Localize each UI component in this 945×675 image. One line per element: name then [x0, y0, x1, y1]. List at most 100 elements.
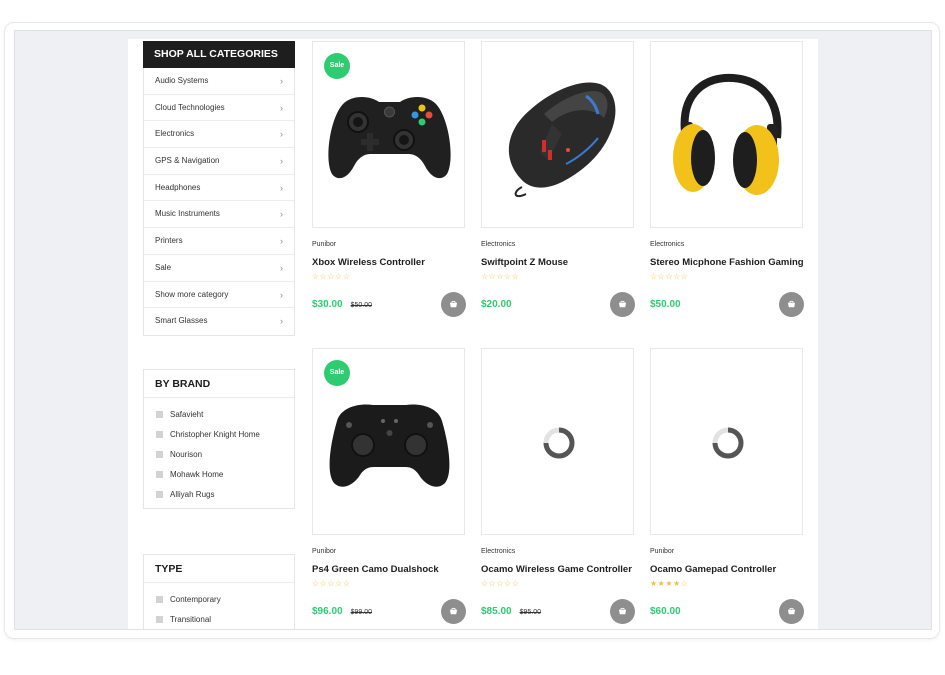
product-brand: Electronics: [481, 548, 516, 555]
category-list: Audio Systems › Cloud Technologies › Elect…: [143, 68, 295, 336]
product-image[interactable]: [650, 41, 803, 228]
product-image[interactable]: [650, 348, 803, 535]
rating-stars: ☆☆☆☆☆: [481, 272, 520, 281]
category-item-smart-glasses[interactable]: Smart Glasses ›: [144, 308, 294, 335]
product-card[interactable]: Electronics Stereo Micphone Fashion Gami…: [650, 41, 804, 317]
product-title[interactable]: Ocamo Gamepad Controller: [650, 564, 803, 576]
brand-option[interactable]: Christopher Knight Home: [156, 424, 294, 444]
product-old-price: $50.00: [350, 301, 373, 309]
sale-badge: Sale: [324, 360, 350, 386]
product-title[interactable]: Swiftpoint Z Mouse: [481, 257, 634, 269]
category-label: Audio Systems: [155, 76, 209, 85]
add-to-cart-button[interactable]: [610, 598, 635, 624]
category-label: GPS & Navigation: [155, 156, 220, 166]
chevron-right-icon: ›: [280, 209, 283, 220]
chevron-right-icon: ›: [280, 156, 283, 167]
product-price: $30.00: [312, 298, 343, 310]
checkbox[interactable]: [156, 410, 163, 418]
product-brand: Punibor: [312, 548, 337, 555]
brand-filter-list: Safavieht Christopher Knight Home Nouris…: [144, 398, 294, 508]
category-label: Printers: [155, 236, 183, 246]
brand-option[interactable]: Mohawk Home: [156, 464, 294, 484]
product-card[interactable]: Punibor Ocamo Gamepad Controller ★★★★☆ $…: [650, 348, 804, 624]
product-card[interactable]: Electronics Ocamo Wireless Game Controll…: [481, 348, 635, 624]
product-card[interactable]: Sale Punibor Xbox Wireless Controller ☆☆…: [312, 41, 466, 317]
rating-stars: ☆☆☆☆☆: [312, 272, 351, 281]
product-old-price: $99.00: [350, 608, 373, 616]
checkbox[interactable]: [156, 615, 163, 623]
product-title[interactable]: Stereo Micphone Fashion Gaming: [650, 257, 804, 269]
category-item-audio-systems[interactable]: Audio Systems ›: [144, 68, 294, 95]
product-price: $50.00: [650, 298, 681, 310]
loading-spinner-icon: [543, 427, 575, 459]
brand-filter: BY BRAND Safavieht Christopher Knight Ho…: [143, 369, 295, 509]
category-item-headphones[interactable]: Headphones ›: [144, 175, 294, 202]
cart-icon: [787, 607, 796, 614]
chevron-right-icon: ›: [280, 236, 283, 247]
brand-option[interactable]: Safavieht: [156, 404, 294, 424]
product-image[interactable]: Sale: [312, 41, 465, 228]
add-to-cart-button[interactable]: [441, 598, 466, 624]
category-item-printers[interactable]: Printers ›: [144, 228, 294, 255]
loading-spinner-icon: [712, 427, 744, 459]
checkbox[interactable]: [156, 450, 163, 458]
category-item-sale[interactable]: Sale ›: [144, 255, 294, 282]
product-image[interactable]: [481, 348, 634, 535]
category-label: Show more category: [155, 289, 229, 299]
cart-icon: [449, 607, 458, 614]
page-viewport: SHOP ALL CATEGORIES Audio Systems › Cloud…: [14, 30, 932, 630]
product-brand: Punibor: [312, 241, 337, 248]
shop-page: SHOP ALL CATEGORIES Audio Systems › Cloud…: [128, 39, 818, 629]
category-label: Cloud Technologies: [155, 102, 225, 112]
product-brand: Electronics: [650, 241, 685, 248]
rating-stars: ☆☆☆☆☆: [481, 579, 520, 588]
chevron-right-icon: ›: [280, 289, 283, 300]
brand-option[interactable]: Nourison: [156, 444, 294, 464]
rating-stars: ☆☆☆☆☆: [312, 579, 351, 588]
product-brand: Electronics: [481, 241, 516, 248]
chevron-right-icon: ›: [280, 262, 283, 273]
category-label: Music Instruments: [155, 209, 220, 219]
brand-option[interactable]: Alliyah Rugs: [156, 484, 294, 504]
category-item-music-instruments[interactable]: Music Instruments ›: [144, 201, 294, 229]
brand-option-label: Nourison: [170, 449, 203, 459]
type-option-label: Transitional: [170, 614, 212, 624]
category-item-show-more[interactable]: Show more category ›: [144, 282, 294, 309]
checkbox[interactable]: [156, 490, 163, 498]
product-image[interactable]: Sale: [312, 348, 465, 535]
chevron-right-icon: ›: [280, 182, 283, 193]
add-to-cart-button[interactable]: [610, 291, 635, 317]
add-to-cart-button[interactable]: [779, 291, 804, 317]
product-price: $96.00: [312, 605, 343, 617]
type-option[interactable]: Transitional: [156, 609, 294, 629]
product-image[interactable]: [481, 41, 634, 228]
add-to-cart-button[interactable]: [441, 291, 466, 317]
rating-stars: ★★★★☆: [650, 579, 689, 588]
product-title[interactable]: Ps4 Green Camo Dualshock: [312, 564, 465, 576]
product-card[interactable]: Sale Punibor Ps4 Green Camo Dualshock ☆☆…: [312, 348, 466, 624]
product-price: $60.00: [650, 605, 681, 617]
product-old-price: $95.00: [519, 608, 542, 616]
checkbox[interactable]: [156, 470, 163, 478]
type-option[interactable]: Contemporary: [156, 589, 294, 609]
product-card[interactable]: Electronics Swiftpoint Z Mouse ☆☆☆☆☆ $20…: [481, 41, 635, 317]
category-label: Electronics: [155, 129, 195, 139]
cart-icon: [618, 300, 627, 307]
category-label: Sale: [155, 262, 172, 272]
categories-heading: SHOP ALL CATEGORIES: [143, 41, 295, 68]
product-title[interactable]: Ocamo Wireless Game Controller: [481, 564, 634, 576]
category-item-electronics[interactable]: Electronics ›: [144, 121, 294, 149]
add-to-cart-button[interactable]: [779, 598, 804, 624]
category-item-gps-navigation[interactable]: GPS & Navigation ›: [144, 148, 294, 175]
category-item-cloud-technologies[interactable]: Cloud Technologies ›: [144, 95, 294, 122]
product-price: $20.00: [481, 298, 512, 310]
cart-icon: [618, 607, 627, 614]
type-option-label: Contemporary: [170, 594, 221, 604]
checkbox[interactable]: [156, 595, 163, 603]
headphones-image: [673, 73, 782, 195]
category-sidebar: SHOP ALL CATEGORIES Audio Systems › Cloud…: [143, 41, 295, 336]
checkbox[interactable]: [156, 430, 163, 438]
product-title[interactable]: Xbox Wireless Controller: [312, 257, 465, 269]
chevron-right-icon: ›: [280, 129, 283, 140]
type-filter-list: Contemporary Transitional: [144, 583, 294, 629]
